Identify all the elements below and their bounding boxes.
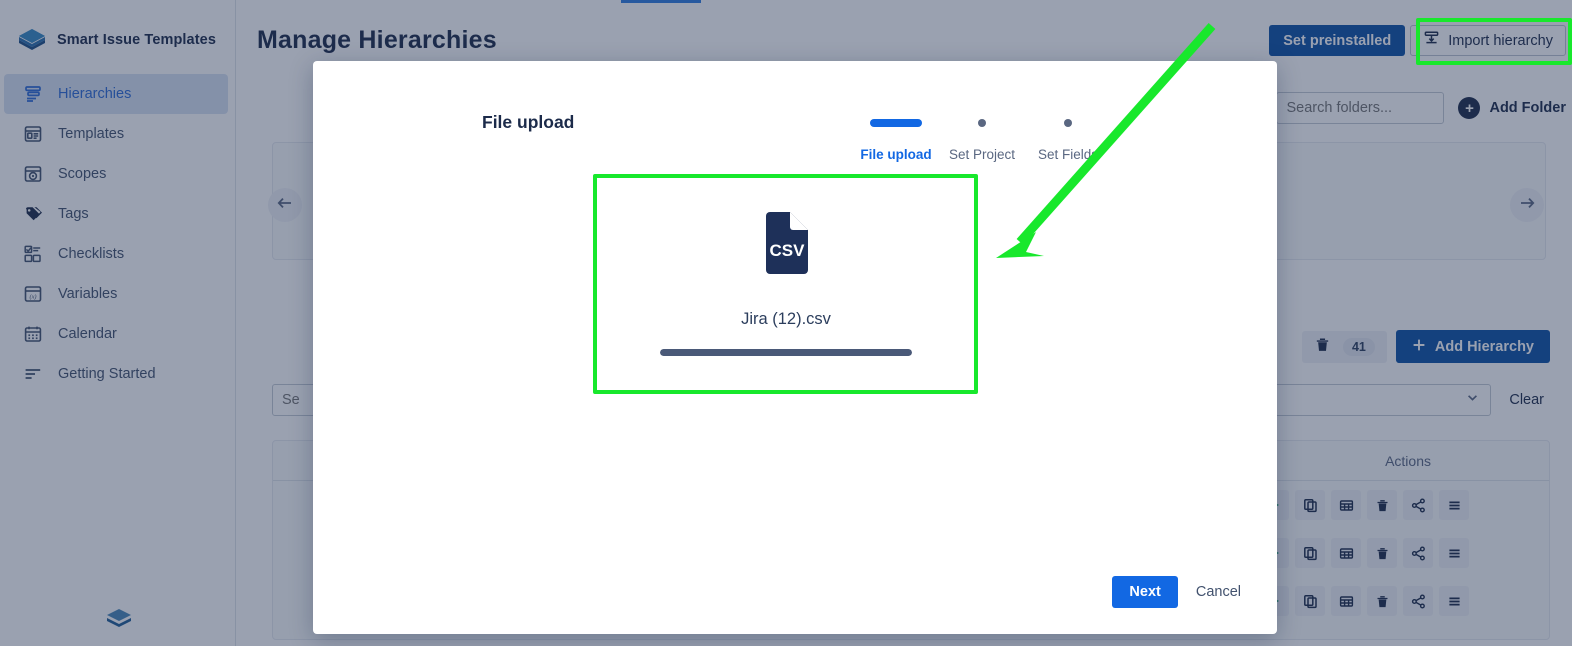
step-label: Set Fields bbox=[1037, 147, 1099, 162]
screenshot-root: Smart Issue Templates Hierarchies Templa… bbox=[0, 0, 1572, 646]
modal-title: File upload bbox=[482, 112, 575, 132]
wizard-stepper: File upload Set Project Set Fields bbox=[853, 119, 1111, 162]
csv-file-icon: CSV bbox=[760, 212, 812, 274]
step-set-project[interactable]: Set Project bbox=[939, 119, 1025, 162]
step-file-upload[interactable]: File upload bbox=[853, 119, 939, 162]
step-set-fields[interactable]: Set Fields bbox=[1025, 119, 1111, 162]
file-upload-modal: File upload File upload Set Project Set … bbox=[313, 61, 1277, 634]
step-indicator-active bbox=[870, 119, 922, 127]
step-indicator-dot bbox=[1064, 119, 1072, 127]
next-button[interactable]: Next bbox=[1112, 576, 1178, 608]
svg-text:CSV: CSV bbox=[770, 241, 806, 260]
step-label: Set Project bbox=[948, 147, 1016, 162]
cancel-button[interactable]: Cancel bbox=[1188, 576, 1249, 608]
step-label: File upload bbox=[860, 147, 932, 162]
uploaded-file-name: Jira (12).csv bbox=[741, 310, 831, 328]
modal-footer: Next Cancel bbox=[1112, 576, 1249, 608]
file-dropzone[interactable]: CSV Jira (12).csv bbox=[594, 175, 978, 393]
upload-progress-fill bbox=[660, 349, 912, 356]
upload-progress-bar bbox=[660, 349, 912, 356]
step-indicator-dot bbox=[978, 119, 986, 127]
